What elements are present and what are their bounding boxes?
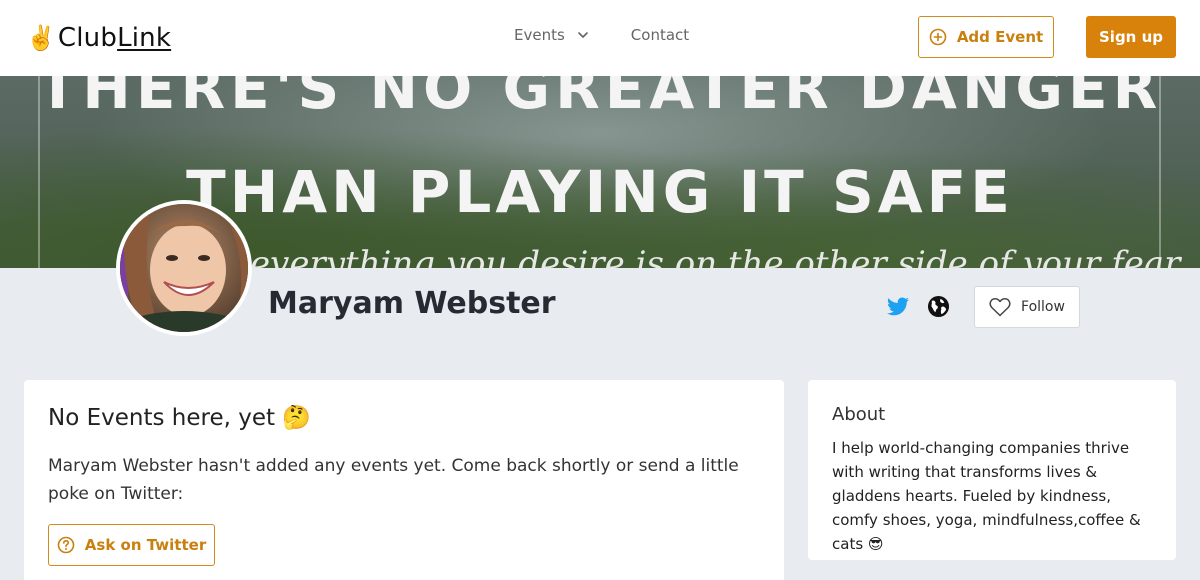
events-card: No Events here, yet 🤔 Maryam Webster has… xyxy=(24,380,784,580)
nav-events-dropdown[interactable]: Events xyxy=(514,26,589,44)
plus-circle-icon xyxy=(929,28,947,46)
nav-contact-label: Contact xyxy=(630,26,690,44)
sign-up-button[interactable]: Sign up xyxy=(1086,16,1176,58)
follow-label: Follow xyxy=(1021,299,1065,315)
globe-icon[interactable] xyxy=(927,295,950,318)
add-event-label: Add Event xyxy=(956,28,1044,46)
heart-icon xyxy=(989,298,1011,317)
add-event-button[interactable]: Add Event xyxy=(918,16,1054,58)
about-card: About I help world-changing companies th… xyxy=(808,380,1176,560)
clublink-logo[interactable]: ✌️ ClubLink xyxy=(26,20,171,56)
chevron-down-icon xyxy=(577,32,588,38)
nav-contact-link[interactable]: Contact xyxy=(631,26,689,44)
about-bio-text: I help world-changing companies thrive w… xyxy=(832,439,1141,553)
sign-up-label: Sign up xyxy=(1099,28,1163,46)
question-circle-icon xyxy=(57,536,75,554)
main-nav: Events Contact xyxy=(514,26,689,44)
banner-quote-line1: THERE'S NO GREATER DANGER xyxy=(37,76,1163,122)
profile-avatar xyxy=(116,200,252,336)
top-navbar: ✌️ ClubLink Events Contact Add Event Sig… xyxy=(0,0,1200,76)
avatar-photo xyxy=(120,204,248,332)
logo-text-club: Club xyxy=(57,23,118,53)
nav-events-label: Events xyxy=(514,26,565,44)
follow-button[interactable]: Follow xyxy=(974,286,1080,328)
events-empty-message: Maryam Webster hasn't added any events y… xyxy=(48,456,739,504)
profile-name: Maryam Webster xyxy=(268,286,556,321)
twitter-icon[interactable] xyxy=(886,295,910,319)
ask-on-twitter-label: Ask on Twitter xyxy=(84,536,207,554)
logo-text-link: Link xyxy=(117,23,172,53)
victory-hand-icon: ✌️ xyxy=(26,24,56,52)
ask-on-twitter-button[interactable]: Ask on Twitter xyxy=(48,524,215,566)
about-title: About xyxy=(832,404,886,425)
banner-script-text: everything you desire is on the other si… xyxy=(250,244,1181,268)
events-empty-title: No Events here, yet 🤔 xyxy=(48,405,311,431)
logo-text: ClubLink xyxy=(58,23,171,53)
